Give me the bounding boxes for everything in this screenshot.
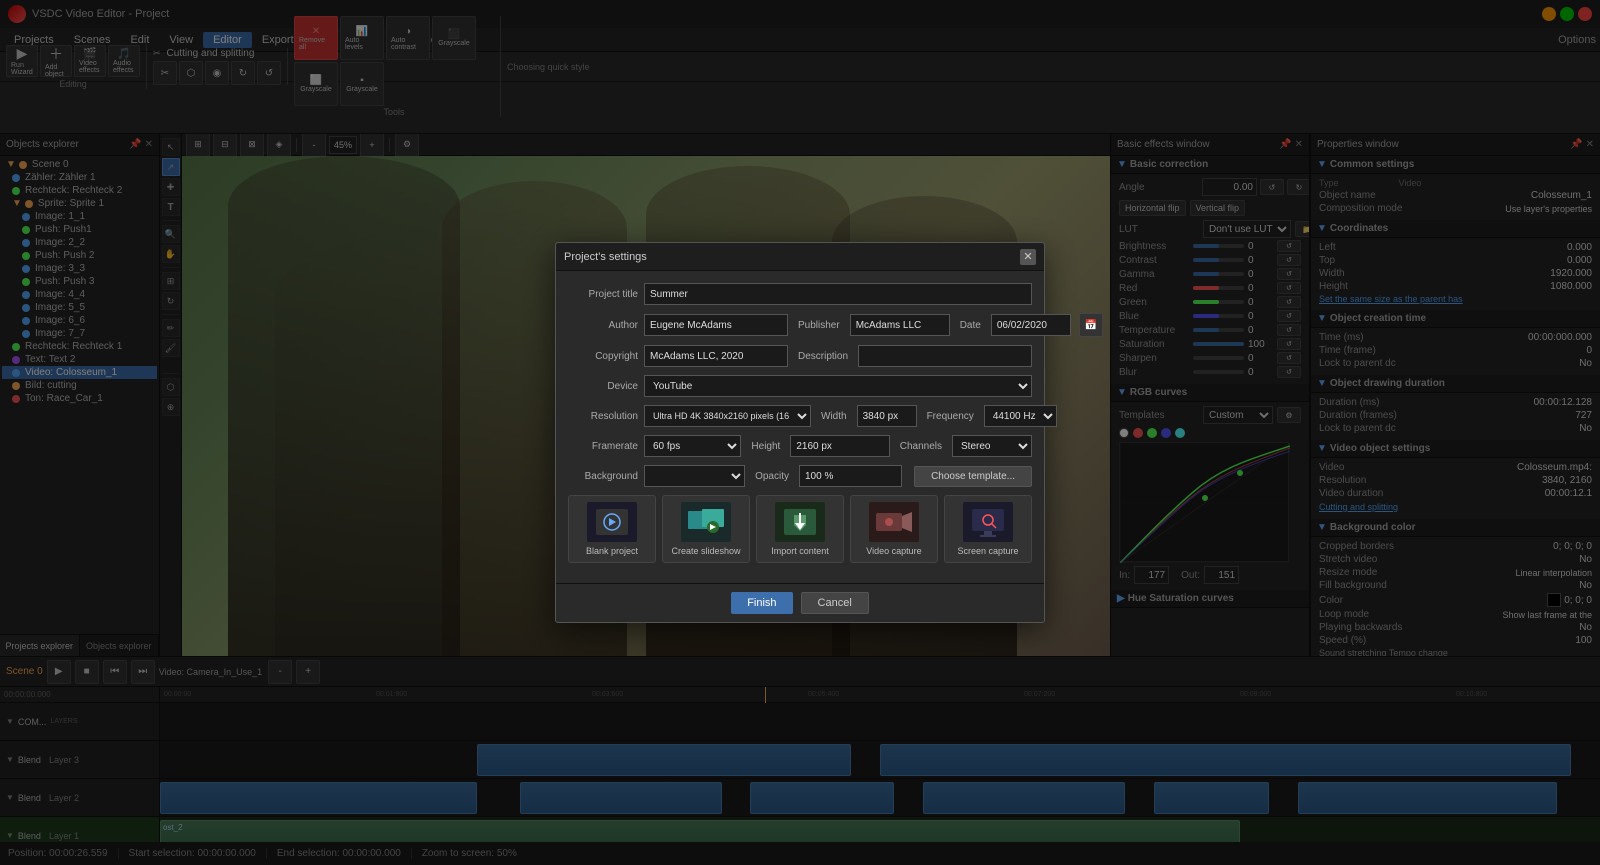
create-slideshow-icon bbox=[681, 502, 731, 542]
blank-project-icon bbox=[587, 502, 637, 542]
create-slideshow-label: Create slideshow bbox=[671, 546, 740, 556]
publisher-label: Publisher bbox=[798, 320, 840, 331]
author-row: Author Publisher Date 📅 bbox=[568, 313, 1032, 337]
background-select[interactable] bbox=[644, 465, 745, 487]
finish-button[interactable]: Finish bbox=[731, 592, 792, 614]
dialog-close-btn[interactable]: ✕ bbox=[1020, 249, 1036, 265]
description-input[interactable] bbox=[858, 345, 1032, 367]
dialog-body: Project title Author Publisher Date 📅 Co… bbox=[556, 271, 1044, 583]
project-title-row: Project title bbox=[568, 283, 1032, 305]
date-picker-btn[interactable]: 📅 bbox=[1079, 313, 1103, 337]
screen-capture-icon bbox=[963, 502, 1013, 542]
channels-label: Channels bbox=[900, 441, 942, 452]
copyright-label: Copyright bbox=[568, 351, 638, 362]
resolution-label: Resolution bbox=[568, 411, 638, 422]
date-label: Date bbox=[960, 320, 981, 331]
background-label: Background bbox=[568, 471, 638, 482]
resolution-row: Resolution Ultra HD 4K 3840x2160 pixels … bbox=[568, 405, 1032, 427]
channels-select[interactable]: Stereo bbox=[952, 435, 1032, 457]
import-content-icon bbox=[775, 502, 825, 542]
copyright-row: Copyright Description bbox=[568, 345, 1032, 367]
screen-capture-template[interactable]: Screen capture bbox=[944, 495, 1032, 563]
video-capture-icon bbox=[869, 502, 919, 542]
video-capture-template[interactable]: Video capture bbox=[850, 495, 938, 563]
screen-capture-label: Screen capture bbox=[957, 546, 1018, 556]
template-grid: Blank project Create slideshow Import co… bbox=[568, 495, 1032, 563]
height-input[interactable] bbox=[790, 435, 889, 457]
dialog-title: Project's settings bbox=[564, 251, 647, 263]
video-capture-label: Video capture bbox=[866, 546, 921, 556]
dialog-titlebar: Project's settings ✕ bbox=[556, 243, 1044, 271]
date-input[interactable] bbox=[991, 314, 1071, 336]
create-slideshow-template[interactable]: Create slideshow bbox=[662, 495, 750, 563]
author-input[interactable] bbox=[644, 314, 788, 336]
cancel-button[interactable]: Cancel bbox=[801, 592, 869, 614]
project-title-label: Project title bbox=[568, 289, 638, 300]
author-label: Author bbox=[568, 320, 638, 331]
project-title-input[interactable] bbox=[644, 283, 1032, 305]
copyright-input[interactable] bbox=[644, 345, 788, 367]
choose-template-btn[interactable]: Choose template... bbox=[914, 466, 1032, 487]
blank-project-template[interactable]: Blank project bbox=[568, 495, 656, 563]
dialog-footer: Finish Cancel bbox=[556, 583, 1044, 622]
device-row: Device YouTube bbox=[568, 375, 1032, 397]
resolution-select[interactable]: Ultra HD 4K 3840x2160 pixels (16 bbox=[644, 405, 811, 427]
framerate-label: Framerate bbox=[568, 441, 638, 452]
publisher-input[interactable] bbox=[850, 314, 950, 336]
description-label: Description bbox=[798, 351, 848, 362]
width-label: Width bbox=[821, 411, 847, 422]
frequency-select[interactable]: 44100 Hz bbox=[984, 405, 1057, 427]
frequency-label: Frequency bbox=[927, 411, 974, 422]
opacity-input[interactable] bbox=[799, 465, 902, 487]
framerate-select[interactable]: 60 fps bbox=[644, 435, 741, 457]
background-row: Background Opacity Choose template... bbox=[568, 465, 1032, 487]
device-label: Device bbox=[568, 381, 638, 392]
framerate-row: Framerate 60 fps Height Channels Stereo bbox=[568, 435, 1032, 457]
import-content-template[interactable]: Import content bbox=[756, 495, 844, 563]
device-select[interactable]: YouTube bbox=[644, 375, 1032, 397]
project-dialog: Project's settings ✕ Project title Autho… bbox=[555, 242, 1045, 623]
opacity-label: Opacity bbox=[755, 471, 789, 482]
modal-overlay: Project's settings ✕ Project title Autho… bbox=[0, 0, 1600, 865]
blank-project-label: Blank project bbox=[586, 546, 638, 556]
width-input[interactable] bbox=[857, 405, 917, 427]
height-label-dlg: Height bbox=[751, 441, 780, 452]
import-content-label: Import content bbox=[771, 546, 829, 556]
